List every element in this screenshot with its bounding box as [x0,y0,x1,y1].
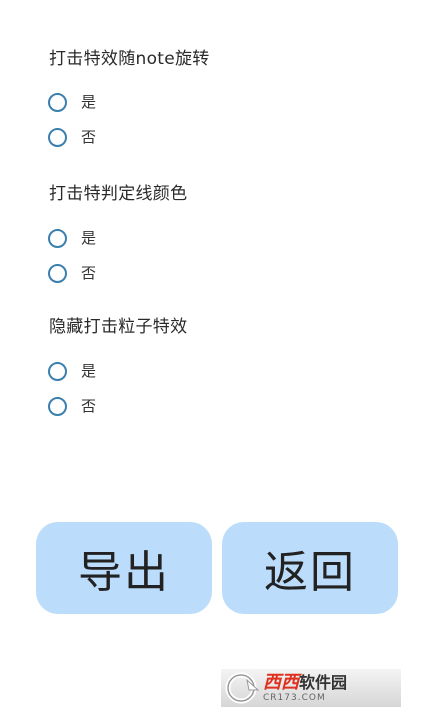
radio-button[interactable] [48,396,67,416]
radio-button[interactable] [48,361,67,381]
option-label: 否 [81,264,97,282]
option-yes[interactable]: 是 [48,90,96,114]
watermark-domain: CR173.COM [263,692,326,703]
watermark-name-red: 西西 [263,671,299,693]
option-label: 否 [81,128,97,146]
radio-button[interactable] [48,263,67,283]
option-yes[interactable]: 是 [48,226,96,250]
option-no[interactable]: 否 [48,125,96,149]
option-label: 是 [81,362,97,380]
option-no[interactable]: 否 [48,261,96,285]
radio-button[interactable] [48,228,67,248]
radio-button[interactable] [48,92,67,112]
group-title: 隐藏打击粒子特效 [49,317,188,337]
watermark-name-black: 软件园 [299,672,348,692]
back-button[interactable]: 返回 [222,522,398,614]
radio-button[interactable] [48,127,67,147]
watermark-text: 西西软件园 CR173.COM [263,671,348,703]
settings-screen: 打击特效随note旋转 是 否 打击特判定线颜色 是 否 隐藏打击粒子特效 是 [0,0,421,715]
option-no[interactable]: 否 [48,394,96,418]
option-label: 否 [81,397,97,415]
watermark-logo: 西西软件园 CR173.COM [221,669,401,707]
group-title: 打击特效随note旋转 [49,49,210,69]
option-label: 是 [81,93,97,111]
option-yes[interactable]: 是 [48,359,96,383]
option-label: 是 [81,229,97,247]
watermark-name: 西西软件园 [263,671,348,693]
export-button[interactable]: 导出 [36,522,212,614]
group-title: 打击特判定线颜色 [49,184,188,204]
cr-logo-icon [225,672,260,704]
